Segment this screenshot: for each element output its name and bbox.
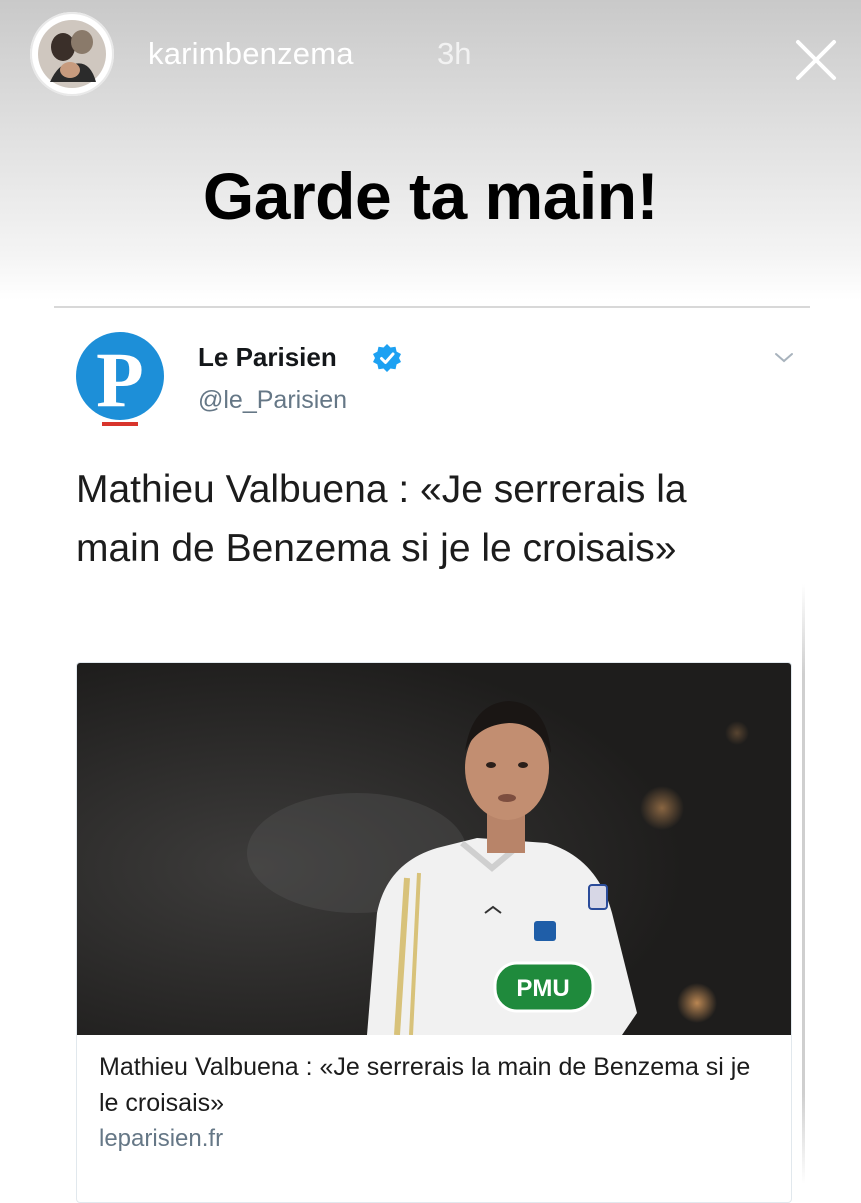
- story-caption: Garde ta main!: [202, 159, 659, 233]
- story-header-background: [0, 0, 861, 300]
- link-preview-title[interactable]: Mathieu Valbuena : «Je serrerais la main…: [99, 1049, 769, 1121]
- le-parisien-logo[interactable]: P: [74, 330, 166, 430]
- story-timestamp: 3h: [437, 36, 472, 71]
- logo-letter: P: [96, 336, 144, 423]
- link-preview-domain: leparisien.fr: [99, 1125, 224, 1152]
- tweet-text: Mathieu Valbuena : «Je serrerais la main…: [76, 468, 687, 570]
- chevron-down-icon[interactable]: [770, 348, 798, 368]
- close-icon[interactable]: [794, 38, 838, 82]
- story-username[interactable]: karimbenzema: [148, 36, 354, 72]
- tweet-display-name[interactable]: Le Parisien: [198, 342, 337, 373]
- tweet-handle[interactable]: @le_Parisien: [198, 386, 347, 415]
- verified-badge-icon: [372, 343, 402, 373]
- link-preview-card[interactable]: PMU Mathieu Valbuena : «Je serrerais la …: [76, 662, 792, 1203]
- embedded-tweet[interactable]: P Le Parisien @le_Parisien Mathieu Valbu…: [54, 306, 810, 1203]
- link-preview-image: PMU: [77, 663, 791, 1036]
- profile-avatar[interactable]: [30, 12, 114, 96]
- scroll-indicator: [802, 584, 805, 1184]
- jersey-sponsor-text: PMU: [516, 975, 569, 1002]
